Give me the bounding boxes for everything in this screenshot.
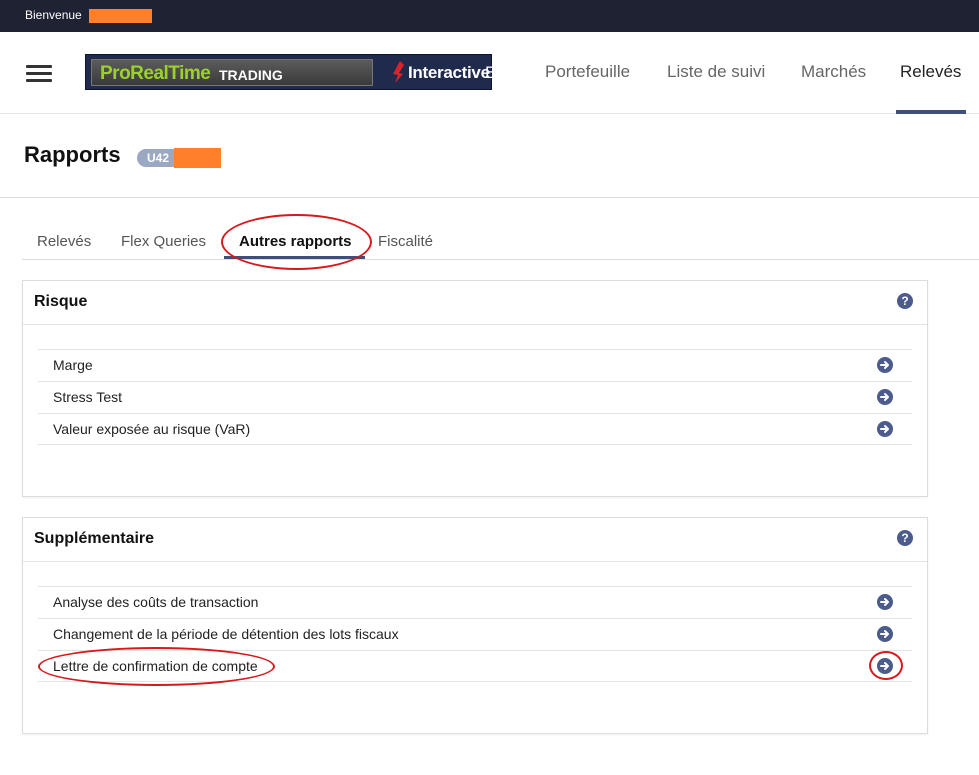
list-item-stress-test[interactable]: Stress Test xyxy=(38,381,912,413)
panel-title-risque: Risque xyxy=(34,293,88,310)
brand-logo[interactable]: ProRealTime TRADING Interactive Brokers xyxy=(85,54,542,90)
list-item-label: Changement de la période de détention de… xyxy=(53,626,399,642)
tabs-divider xyxy=(22,259,979,260)
arrow-right-circle-icon[interactable] xyxy=(877,626,893,642)
interactive-logo-text: Interactive xyxy=(408,63,490,82)
nav-portefeuille[interactable]: Portefeuille xyxy=(545,62,630,82)
redacted-username xyxy=(89,9,152,23)
question-circle-icon[interactable]: ? xyxy=(897,530,913,546)
list-item-label: Valeur exposée au risque (VaR) xyxy=(53,421,251,437)
arrow-right-circle-icon[interactable] xyxy=(877,421,893,437)
prorealtime-logo: ProRealTime TRADING xyxy=(91,59,373,86)
list-item-label: Stress Test xyxy=(53,389,122,405)
arrow-right-circle-icon[interactable] xyxy=(877,389,893,405)
nav-marches[interactable]: Marchés xyxy=(801,62,866,82)
welcome-text: Bienvenue xyxy=(25,8,82,22)
brokers-logo-text: Brokers xyxy=(485,63,542,82)
list-item-label: Analyse des coûts de transaction xyxy=(53,594,259,610)
list-item-marge[interactable]: Marge xyxy=(38,349,912,381)
list-item-lettre-confirmation[interactable]: Lettre de confirmation de compte xyxy=(38,650,912,682)
prorealtime-logo-text: ProRealTime xyxy=(100,63,211,84)
redacted-account-id xyxy=(174,148,221,168)
tab-fiscalite[interactable]: Fiscalité xyxy=(378,233,433,250)
arrow-right-circle-icon[interactable] xyxy=(877,594,893,610)
nav-liste-de-suivi[interactable]: Liste de suivi xyxy=(667,62,765,82)
panel-title-supplementaire: Supplémentaire xyxy=(34,530,155,547)
list-item-analyse-couts[interactable]: Analyse des coûts de transaction xyxy=(38,586,912,618)
list-item-label: Lettre de confirmation de compte xyxy=(53,658,258,674)
panel-risque: Risque ? Marge Stress Test Valeur exposé… xyxy=(22,280,928,497)
nav-releves[interactable]: Relevés xyxy=(900,62,961,82)
trading-logo-text: TRADING xyxy=(219,67,283,83)
panel-supplementaire: Supplémentaire ? Analyse des coûts de tr… xyxy=(22,517,928,734)
tab-flex-queries[interactable]: Flex Queries xyxy=(121,233,206,250)
hamburger-icon[interactable] xyxy=(26,65,52,83)
arrow-right-circle-icon[interactable] xyxy=(877,357,893,373)
nav-active-indicator xyxy=(896,110,966,114)
panel-header-divider xyxy=(23,324,927,325)
list-item-changement-periode[interactable]: Changement de la période de détention de… xyxy=(38,618,912,650)
question-circle-icon[interactable]: ? xyxy=(897,293,913,309)
list-item-var[interactable]: Valeur exposée au risque (VaR) xyxy=(38,413,912,445)
header: ProRealTime TRADING Interactive Brokers … xyxy=(0,32,979,114)
account-id-prefix: U42 xyxy=(147,151,170,165)
list-item-label: Marge xyxy=(53,357,93,373)
tab-autres-rapports[interactable]: Autres rapports xyxy=(239,233,352,250)
tab-releves[interactable]: Relevés xyxy=(37,233,91,250)
top-bar: Bienvenue xyxy=(0,0,979,32)
page-title: Rapports xyxy=(24,142,121,167)
arrow-right-circle-icon[interactable] xyxy=(877,658,893,674)
title-divider xyxy=(0,197,979,198)
panel-header-divider xyxy=(23,561,927,562)
interactive-brokers-flame-icon xyxy=(393,61,404,83)
